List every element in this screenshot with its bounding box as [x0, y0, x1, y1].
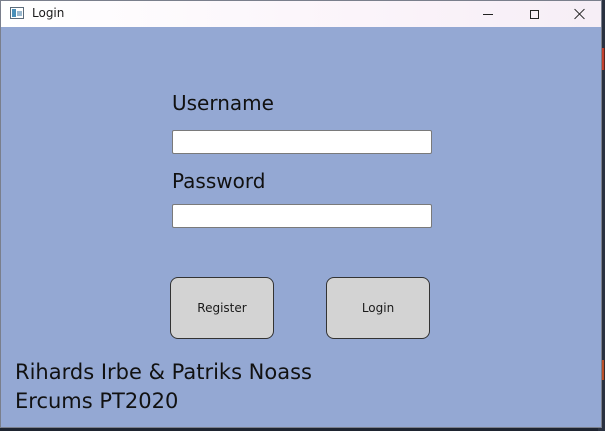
credits-text: Rihards Irbe & Patriks Noass Ercums PT20… — [15, 358, 312, 416]
window-title: Login — [32, 6, 65, 20]
app-window-icon[interactable] — [10, 7, 24, 19]
minimize-icon — [483, 13, 493, 15]
password-field[interactable] — [172, 204, 432, 228]
username-field[interactable] — [172, 130, 432, 154]
username-label: Username — [172, 91, 274, 115]
minimize-button[interactable] — [465, 1, 511, 27]
close-icon — [574, 8, 586, 20]
maximize-button[interactable] — [511, 1, 557, 27]
maximize-icon — [529, 9, 539, 19]
title-bar[interactable]: Login — [1, 1, 601, 27]
register-button[interactable]: Register — [170, 277, 274, 339]
login-button[interactable]: Login — [326, 277, 430, 339]
credits-class: Ercums PT2020 — [15, 389, 179, 413]
login-window: Login Username Password Register Login R… — [0, 0, 602, 428]
credits-authors: Rihards Irbe & Patriks Noass — [15, 360, 312, 384]
close-button[interactable] — [557, 1, 601, 27]
password-label: Password — [172, 169, 266, 193]
